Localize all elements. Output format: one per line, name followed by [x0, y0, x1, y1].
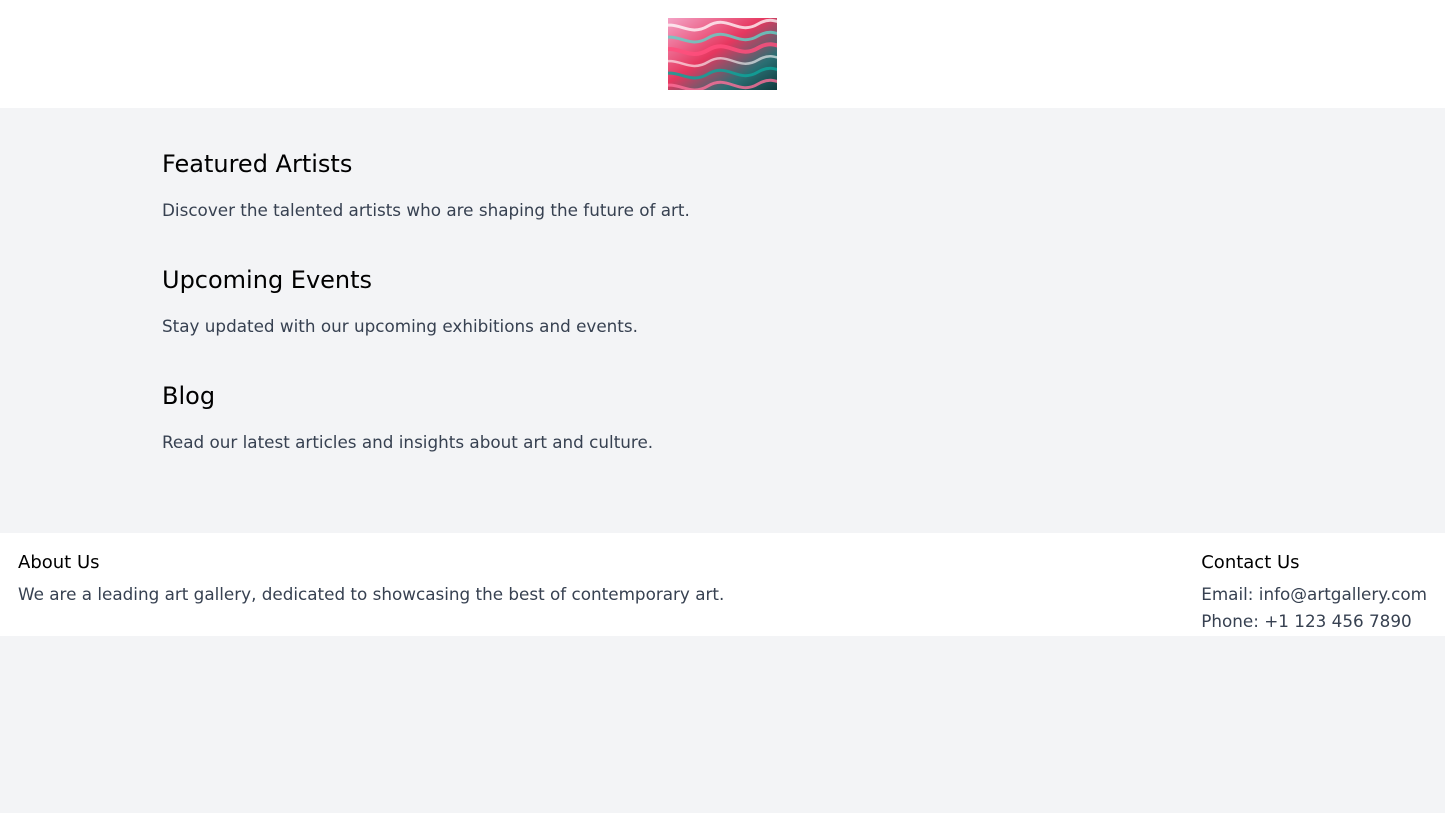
site-header — [0, 0, 1445, 108]
featured-artists-section: Featured Artists Discover the talented a… — [162, 148, 1282, 224]
main-content: Featured Artists Discover the talented a… — [0, 108, 1445, 533]
about-us-title: About Us — [18, 552, 100, 573]
contact-email[interactable]: Email: info@artgallery.com — [1201, 581, 1427, 608]
section-title: Blog — [162, 382, 216, 410]
section-title: Upcoming Events — [162, 266, 373, 294]
contact-phone[interactable]: Phone: +1 123 456 7890 — [1201, 608, 1427, 635]
section-description: Stay updated with our upcoming exhibitio… — [162, 316, 638, 336]
about-us-text: We are a leading art gallery, dedicated … — [18, 584, 725, 604]
about-us-block: About Us We are a leading art gallery, d… — [18, 549, 724, 620]
logo-image[interactable] — [668, 18, 777, 90]
section-title: Featured Artists — [162, 150, 353, 178]
abstract-wave-logo-icon — [668, 18, 777, 90]
blog-section: Blog Read our latest articles and insigh… — [162, 380, 1282, 456]
content-sections: Featured Artists Discover the talented a… — [162, 148, 1282, 456]
contact-us-block: Contact Us Email: info@artgallery.com Ph… — [1201, 549, 1427, 631]
section-description: Read our latest articles and insights ab… — [162, 432, 654, 452]
upcoming-events-section: Upcoming Events Stay updated with our up… — [162, 264, 1282, 340]
section-description: Discover the talented artists who are sh… — [162, 200, 690, 220]
contact-us-title: Contact Us — [1201, 552, 1300, 573]
site-footer: About Us We are a leading art gallery, d… — [0, 533, 1445, 636]
